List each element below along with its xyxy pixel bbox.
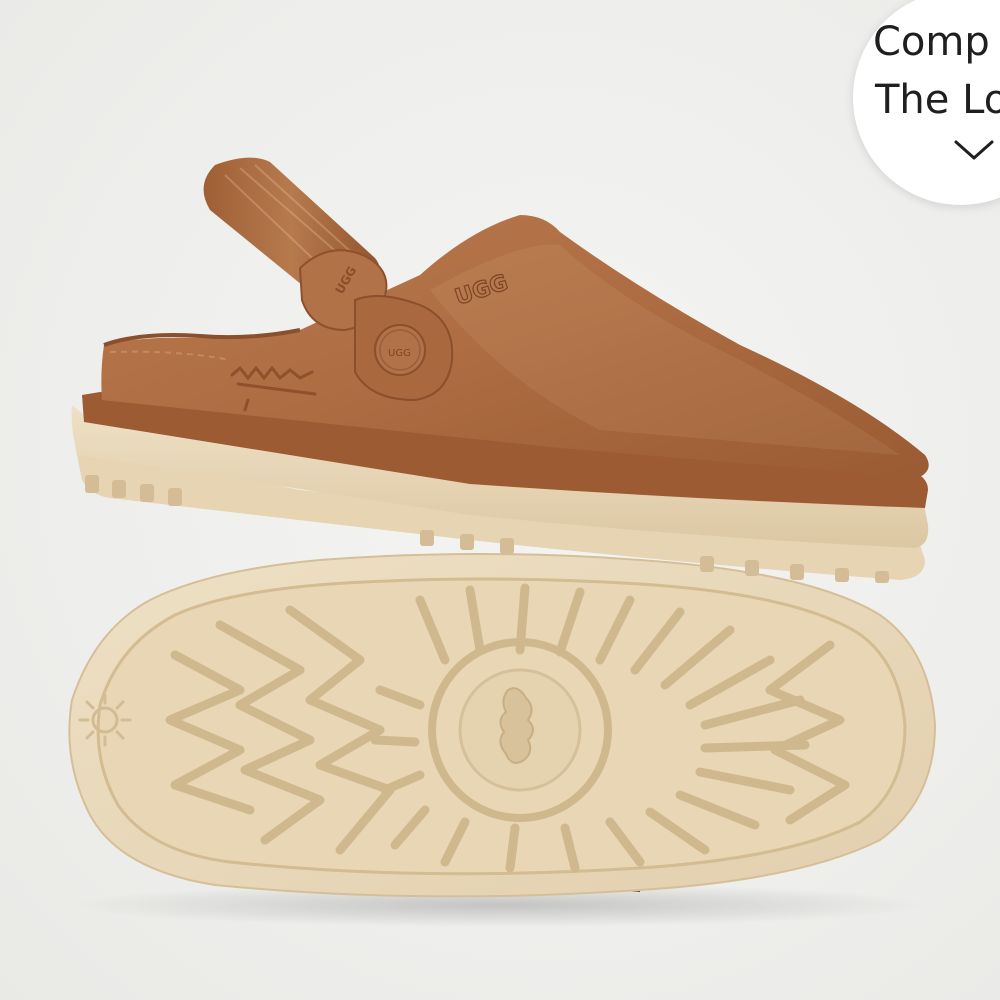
outsole: [68, 553, 937, 898]
clog-upper: UGG UGG UGG: [71, 157, 929, 583]
chevron-down-icon: [954, 140, 994, 160]
compare-badge-line1: Comp: [873, 19, 990, 65]
product-photo: UGG UGG UGG: [68, 157, 937, 927]
button-logo: UGG: [388, 348, 411, 359]
compare-badge-line2: The Lo: [875, 77, 1000, 123]
product-image-canvas: UGG UGG UGG Comp The Lo: [0, 0, 1000, 1000]
